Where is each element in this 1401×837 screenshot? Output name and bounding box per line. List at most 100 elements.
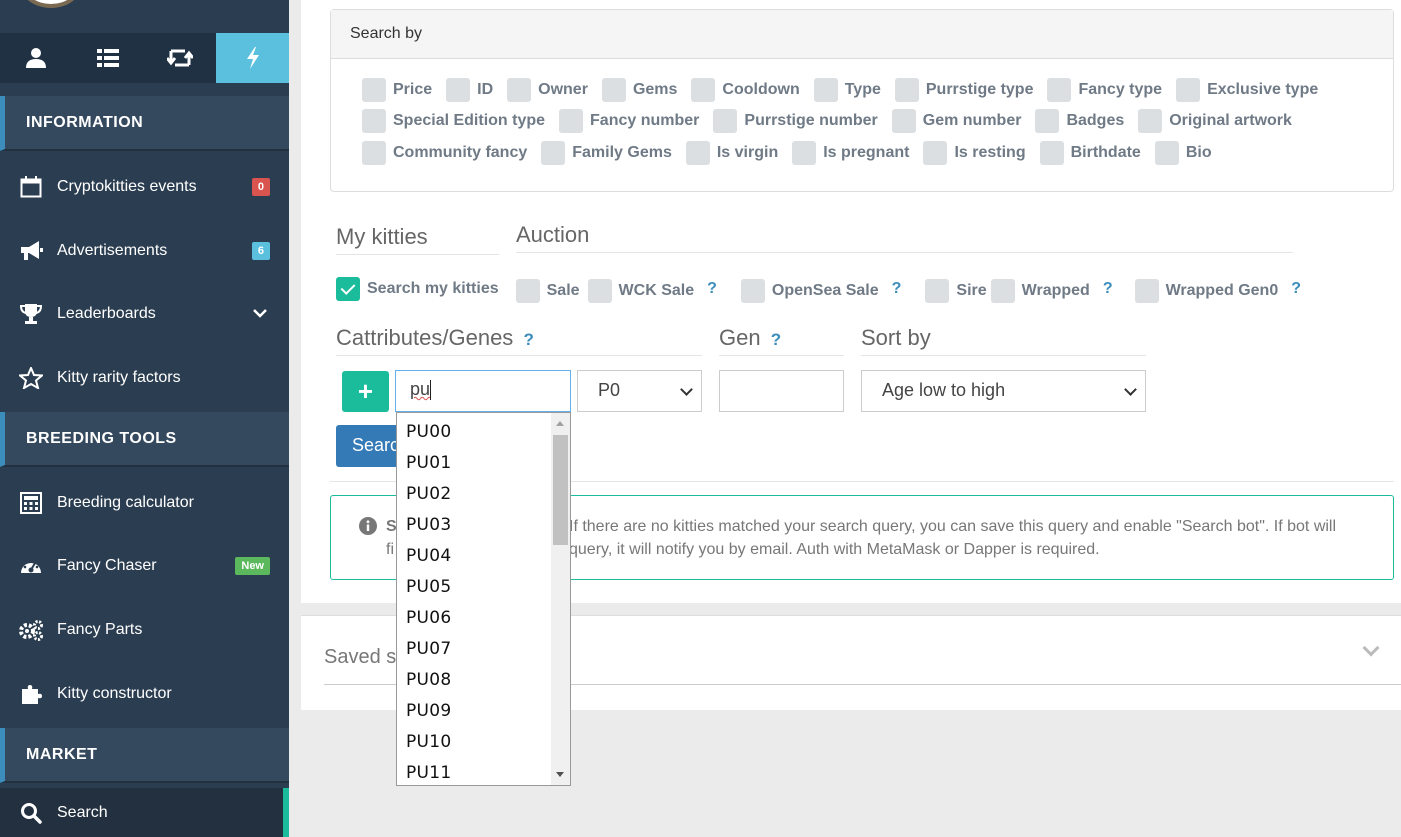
- checkbox-box[interactable]: [1154, 141, 1179, 165]
- sort-select[interactable]: Age low to high: [861, 370, 1146, 412]
- checkbox-box[interactable]: [362, 78, 386, 102]
- special-edition-type-checkbox[interactable]: Special Edition type: [362, 109, 545, 133]
- sidebar-item-events[interactable]: Cryptokitties events 0: [0, 155, 289, 218]
- tab-bolt[interactable]: [216, 33, 289, 83]
- checkbox-box[interactable]: [601, 78, 626, 102]
- price-checkbox[interactable]: Price: [362, 78, 432, 102]
- tab-profile[interactable]: [0, 33, 72, 83]
- help-icon[interactable]: ?: [523, 330, 533, 349]
- checkbox-box[interactable]: [691, 78, 716, 102]
- sidebar-item-kitty-constructor[interactable]: Kitty constructor: [0, 662, 289, 725]
- checkbox-box[interactable]: [923, 141, 948, 165]
- help-icon[interactable]: ?: [892, 280, 902, 298]
- checkbox-box[interactable]: [507, 78, 532, 102]
- checkbox-box[interactable]: [990, 279, 1015, 303]
- checkbox-box[interactable]: [541, 141, 566, 165]
- search-my-kitties-checkbox[interactable]: Search my kitties: [336, 277, 499, 301]
- cooldown-checkbox[interactable]: Cooldown: [691, 78, 800, 102]
- checkbox-box[interactable]: [1035, 109, 1060, 133]
- wrapped-gen0-checkbox[interactable]: Wrapped Gen0: [1134, 279, 1278, 303]
- autocomplete-option[interactable]: PU00: [397, 413, 570, 444]
- help-icon[interactable]: ?: [707, 280, 717, 298]
- original-artwork-checkbox[interactable]: Original artwork: [1138, 109, 1292, 133]
- is-resting-checkbox[interactable]: Is resting: [923, 141, 1026, 165]
- sire-checkbox[interactable]: Sire: [925, 279, 987, 303]
- autocomplete-option[interactable]: PU04: [397, 537, 570, 568]
- is-pregnant-checkbox[interactable]: Is pregnant: [792, 141, 909, 165]
- cattribute-input[interactable]: pu: [395, 370, 571, 412]
- checkbox-box[interactable]: [685, 141, 710, 165]
- gen-input[interactable]: [719, 370, 844, 412]
- autocomplete-option[interactable]: PU09: [397, 692, 570, 723]
- scroll-down-icon[interactable]: [556, 772, 564, 777]
- sidebar-item-leaderboards[interactable]: Leaderboards: [0, 282, 289, 345]
- bio-checkbox[interactable]: Bio: [1154, 141, 1212, 165]
- fancy-type-checkbox[interactable]: Fancy type: [1047, 78, 1162, 102]
- wck-sale-checkbox[interactable]: WCK Sale: [587, 279, 694, 303]
- sale-checkbox[interactable]: Sale: [515, 279, 580, 303]
- checkbox-box[interactable]: [713, 109, 738, 133]
- fancy-number-checkbox[interactable]: Fancy number: [559, 109, 699, 133]
- checkbox-box[interactable]: [894, 78, 919, 102]
- checkbox-box[interactable]: [1134, 279, 1159, 303]
- checkbox-box[interactable]: [1176, 78, 1201, 102]
- gems-checkbox[interactable]: Gems: [601, 78, 677, 102]
- position-select[interactable]: P0: [577, 370, 702, 412]
- sidebar-item-fancy-chaser[interactable]: Fancy Chaser New: [0, 534, 289, 597]
- add-cattribute-button[interactable]: +: [342, 371, 389, 412]
- checkbox-box[interactable]: [925, 279, 950, 303]
- avatar[interactable]: [20, 0, 82, 8]
- autocomplete-option[interactable]: PU07: [397, 630, 570, 661]
- sidebar-item-fancy-parts[interactable]: Fancy Parts: [0, 598, 289, 661]
- autocomplete-option[interactable]: PU05: [397, 568, 570, 599]
- autocomplete-option[interactable]: PU02: [397, 475, 570, 506]
- exclusive-type-checkbox[interactable]: Exclusive type: [1176, 78, 1318, 102]
- checkbox-box[interactable]: [515, 279, 540, 303]
- purrstige-number-checkbox[interactable]: Purrstige number: [713, 109, 878, 133]
- checkbox-box[interactable]: [813, 78, 838, 102]
- chevron-down-icon[interactable]: [1362, 639, 1380, 657]
- is-virgin-checkbox[interactable]: Is virgin: [685, 141, 778, 165]
- opensea-sale-checkbox[interactable]: OpenSea Sale: [740, 279, 879, 303]
- autocomplete-option[interactable]: PU10: [397, 723, 570, 754]
- checkbox-box[interactable]: [362, 109, 386, 133]
- autocomplete-option[interactable]: PU01: [397, 444, 570, 475]
- checkbox-box[interactable]: [1138, 109, 1163, 133]
- checkbox-box[interactable]: [1039, 141, 1064, 165]
- sidebar-item-advertisements[interactable]: Advertisements 6: [0, 219, 289, 282]
- cattribute-autocomplete-list[interactable]: PU00 PU01 PU02 PU03 PU04 PU05 PU06 PU07 PU08 PU09…: [396, 412, 571, 786]
- community-fancy-checkbox[interactable]: Community fancy: [362, 141, 527, 165]
- checkbox-box[interactable]: [362, 141, 386, 165]
- checkbox-box[interactable]: [792, 141, 817, 165]
- help-icon[interactable]: ?: [771, 330, 781, 349]
- help-icon[interactable]: ?: [1291, 280, 1301, 298]
- gem-number-checkbox[interactable]: Gem number: [891, 109, 1021, 133]
- purrstige-type-checkbox[interactable]: Purrstige type: [894, 78, 1033, 102]
- checkbox-box[interactable]: [740, 279, 765, 303]
- wrapped-checkbox[interactable]: Wrapped: [990, 279, 1090, 303]
- birthdate-checkbox[interactable]: Birthdate: [1039, 141, 1141, 165]
- autocomplete-option[interactable]: PU06: [397, 599, 570, 630]
- owner-checkbox[interactable]: Owner: [507, 78, 588, 102]
- tab-list[interactable]: [72, 33, 144, 83]
- scroll-up-icon[interactable]: [556, 421, 564, 426]
- autocomplete-option[interactable]: PU03: [397, 506, 570, 537]
- family-gems-checkbox[interactable]: Family Gems: [541, 141, 672, 165]
- autocomplete-option[interactable]: PU08: [397, 661, 570, 692]
- autocomplete-option[interactable]: PU11: [397, 754, 570, 785]
- checkbox-box[interactable]: [587, 279, 612, 303]
- badges-checkbox[interactable]: Badges: [1035, 109, 1124, 133]
- help-icon[interactable]: ?: [1103, 280, 1113, 298]
- checkbox-box[interactable]: [446, 78, 471, 102]
- checkbox-box[interactable]: [1047, 78, 1072, 102]
- tab-retweet[interactable]: [144, 33, 216, 83]
- checkbox-box[interactable]: [559, 109, 584, 133]
- sidebar-item-breeding-calculator[interactable]: Breeding calculator: [0, 471, 289, 534]
- scrollbar-thumb[interactable]: [553, 435, 568, 545]
- checkbox-box[interactable]: [891, 109, 916, 133]
- type-checkbox[interactable]: Type: [813, 78, 881, 102]
- id-checkbox[interactable]: ID: [446, 78, 493, 102]
- checkbox-box[interactable]: [336, 277, 360, 301]
- sidebar-item-rarity[interactable]: Kitty rarity factors: [0, 346, 289, 409]
- scrollbar[interactable]: [551, 413, 570, 785]
